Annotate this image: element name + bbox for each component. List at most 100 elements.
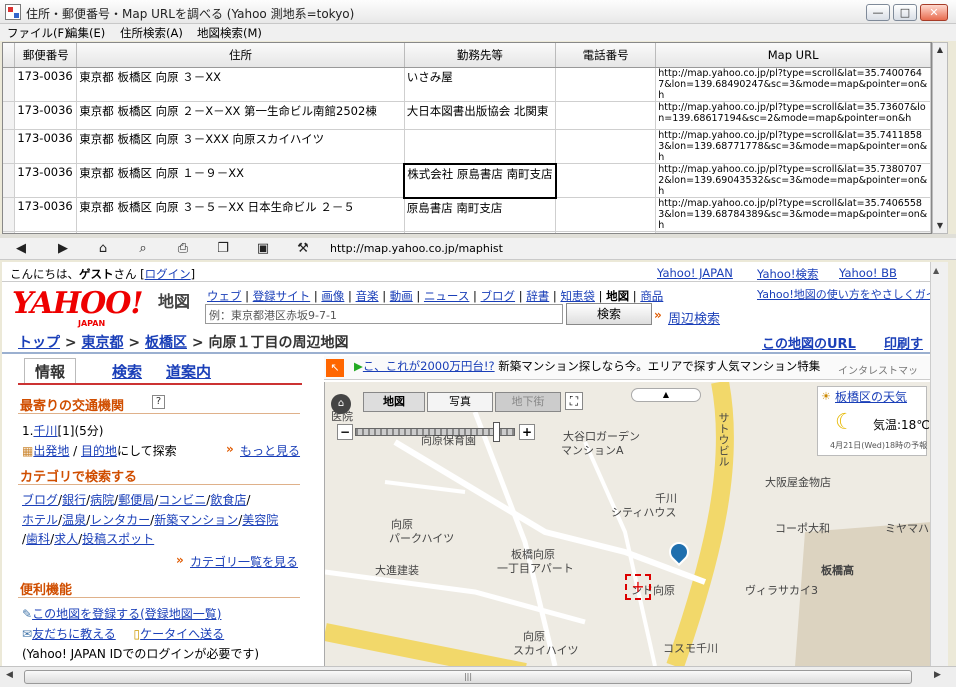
row-header[interactable] [3, 163, 16, 198]
tab-directions[interactable]: 道案内 [166, 361, 211, 382]
nearby-search-link[interactable]: 周辺検索 [668, 308, 720, 327]
cat-rentacar[interactable]: レンタカー [90, 513, 150, 527]
copy-icon[interactable]: ❐ [214, 240, 232, 258]
register-map-link[interactable]: この地図を登録する [32, 607, 140, 621]
home-icon[interactable]: ⌂ [94, 240, 112, 258]
zoom-in-button[interactable]: + [519, 424, 535, 440]
cell-address[interactable]: 東京都 板橋区 向原 ２－X－XX 第一生命ビル南館2502棟 [76, 101, 405, 130]
cat-hospital[interactable]: 病院 [90, 493, 114, 507]
print-link[interactable]: 印刷す [884, 333, 923, 352]
cell-phone[interactable] [555, 67, 657, 102]
horizontal-scroll-thumb[interactable]: ||| [24, 670, 912, 684]
cat-post[interactable]: 郵便局 [118, 493, 154, 507]
zoom-out-button[interactable]: − [337, 424, 353, 440]
svc-directory[interactable]: 登録サイト [253, 289, 311, 303]
map-tab-photo[interactable]: 写真 [427, 392, 493, 412]
help-icon[interactable]: ? [152, 395, 165, 409]
tab-search[interactable]: 検索 [112, 361, 142, 382]
cat-mansion[interactable]: 新築マンション [154, 513, 238, 527]
table-row[interactable]: 173-0036 東京都 板橋区 向原 ３－XX いさみ屋 http://map… [3, 67, 931, 102]
back-icon[interactable]: ◀ [12, 240, 30, 258]
cell-address[interactable]: 東京都 板橋区 向原 ３－５－XX 日本生命ビル ２－５ [76, 197, 405, 232]
menu-address-search[interactable]: 住所検索(A) [120, 25, 183, 41]
cat-spot[interactable]: 投稿スポット [82, 532, 154, 546]
svc-music[interactable]: 音楽 [356, 289, 379, 303]
yahoo-japan-link[interactable]: Yahoo! JAPAN [657, 266, 733, 280]
breadcrumb-itabashi[interactable]: 板橋区 [145, 335, 187, 351]
row-header[interactable] [3, 129, 16, 164]
cell-phone[interactable] [555, 129, 657, 164]
tab-info[interactable]: 情報 [24, 358, 77, 384]
svc-blog[interactable]: ブログ [481, 289, 516, 303]
table-row[interactable]: 173-0036 東京都 板橋区 向原 ３－XXX 向原スカイハイツ http:… [3, 129, 931, 164]
svc-news[interactable]: ニュース [424, 289, 469, 303]
breadcrumb-tokyo[interactable]: 東京都 [81, 335, 123, 351]
table-row[interactable]: 173-0036 東京都 板橋区 向原 １－９－XX 株式会社 原島書店 南町支… [3, 162, 931, 199]
cell-address[interactable]: 東京都 板橋区 向原 ３－XX [76, 67, 405, 102]
cell-url[interactable]: http://map.yahoo.co.jp/pl?type=scroll&la… [655, 67, 931, 102]
svc-video[interactable]: 動画 [390, 289, 413, 303]
cell-url[interactable]: http://map.yahoo.co.jp/pl?type=scroll&la… [655, 163, 931, 198]
table-scrollbar[interactable]: ▲ ▼ [932, 42, 948, 234]
cat-convenience[interactable]: コンビニ [158, 493, 206, 507]
cat-jobs[interactable]: 求人 [54, 532, 78, 546]
cell-zip[interactable]: 173-0036 [14, 129, 78, 164]
login-link[interactable]: ログイン [145, 267, 191, 281]
column-header-phone[interactable]: 電話番号 [555, 43, 657, 68]
cell-zip[interactable]: 173-0036 [14, 197, 78, 232]
yahoo-logo[interactable]: YAHOO! [12, 286, 144, 321]
svc-chiebukuro[interactable]: 知恵袋 [560, 289, 595, 303]
cat-bank[interactable]: 銀行 [62, 493, 86, 507]
yahoo-search-link[interactable]: Yahoo!検索 [757, 266, 818, 282]
cat-salon[interactable]: 美容院 [242, 513, 278, 527]
cell-phone[interactable] [555, 197, 657, 232]
station-link[interactable]: 千川 [33, 424, 57, 438]
save-icon[interactable]: ▣ [254, 240, 272, 258]
menu-file[interactable]: ファイル(F) [7, 25, 69, 41]
row-header[interactable] [3, 101, 16, 130]
zoom-slider-handle[interactable] [493, 422, 500, 442]
cat-hotel[interactable]: ホテル [22, 513, 58, 527]
map-search-button[interactable]: 検索 [566, 303, 652, 325]
menu-map-search[interactable]: 地図検索(M) [197, 25, 262, 41]
shrink-icon[interactable]: ↖ [326, 359, 344, 377]
forward-icon[interactable]: ▶ [54, 240, 72, 258]
column-header-address[interactable]: 住所 [76, 43, 405, 68]
row-header[interactable] [3, 197, 16, 232]
map-help-link[interactable]: Yahoo!地図の使い方をやさしくガイ [757, 286, 930, 302]
map-canvas[interactable]: 地図 写真 地下街 ⛶ ⌂ ▲ − + 板橋区の天気 ☀ ☾ 気温:18℃ 4月… [324, 382, 930, 666]
table-row[interactable]: 173-0036 東京都 板橋区 向原 ２－X－XX 第一生命ビル南館2502棟… [3, 101, 931, 130]
map-tab-underground[interactable]: 地下街 [495, 392, 561, 412]
category-list-link[interactable]: カテゴリ一覧を見る [190, 553, 298, 570]
maximize-button[interactable]: □ [893, 4, 917, 21]
cat-blog[interactable]: ブログ [22, 493, 58, 507]
cat-onsen[interactable]: 温泉 [62, 513, 86, 527]
cell-work[interactable] [404, 129, 557, 164]
svc-shopping[interactable]: 商品 [640, 289, 663, 303]
cat-dental[interactable]: 歯科 [26, 532, 50, 546]
tell-friend-link[interactable]: 友だちに教える [32, 627, 116, 641]
more-link[interactable]: もっと見る [240, 442, 300, 459]
svc-image[interactable]: 画像 [321, 289, 344, 303]
close-button[interactable]: ✕ [920, 4, 948, 21]
scroll-left-icon[interactable]: ◀ [6, 670, 20, 680]
cell-work[interactable]: 原島書店 南町支店 [404, 197, 557, 232]
destination-link[interactable]: 目的地 [81, 444, 117, 458]
map-url-link[interactable]: この地図のURL [762, 333, 856, 352]
scroll-down-icon[interactable]: ▼ [933, 219, 947, 233]
column-header-work[interactable]: 勤務先等 [404, 43, 557, 68]
svc-web[interactable]: ウェブ [207, 289, 242, 303]
cell-zip[interactable]: 173-0036 [14, 101, 78, 130]
cell-work[interactable]: いさみ屋 [404, 67, 557, 102]
banner-link[interactable]: こ、これが2000万円台!? [363, 359, 495, 373]
fullscreen-icon[interactable]: ⛶ [565, 392, 583, 410]
column-header-mapurl[interactable]: Map URL [655, 43, 931, 68]
cell-work[interactable]: 大日本図書出版協会 北関東 [404, 101, 557, 130]
scroll-up-icon[interactable]: ▲ [933, 43, 947, 57]
cell-phone[interactable] [555, 163, 657, 198]
cell-address[interactable]: 東京都 板橋区 向原 ３－XXX 向原スカイハイツ [76, 129, 405, 164]
departure-link[interactable]: 出発地 [33, 444, 69, 458]
tools-icon[interactable]: ⚒ [294, 240, 312, 258]
cell-zip[interactable]: 173-0036 [14, 163, 78, 198]
horizontal-scrollbar[interactable]: ◀ ||| ▶ [0, 666, 956, 687]
